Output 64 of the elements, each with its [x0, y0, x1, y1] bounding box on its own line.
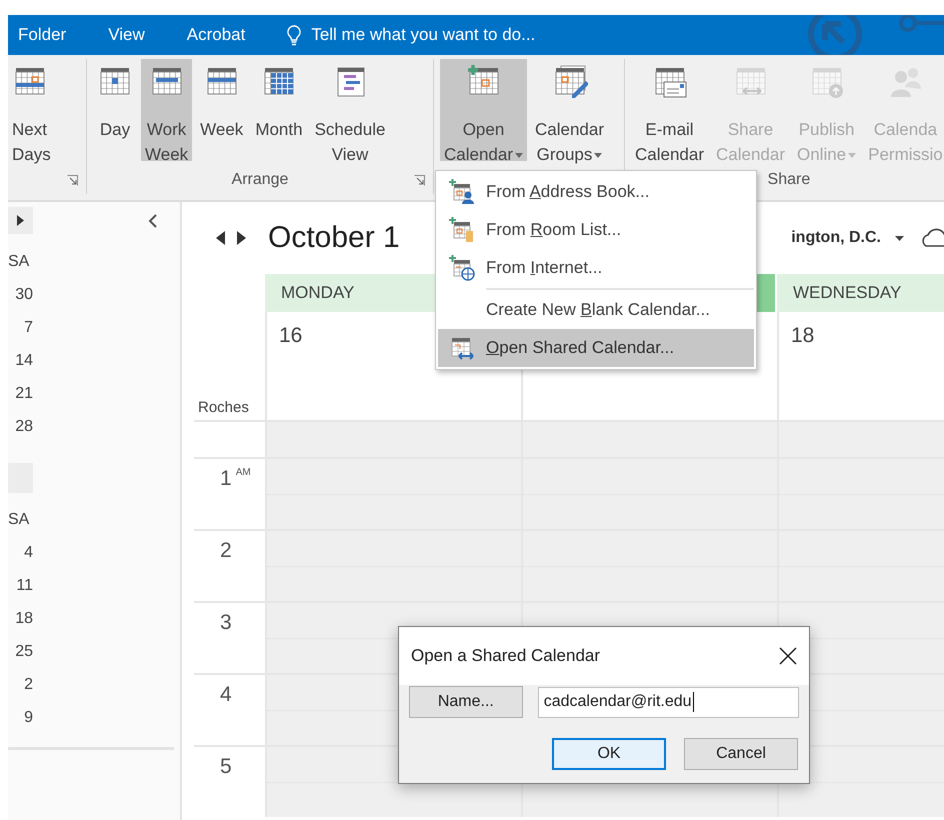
menu-item[interactable]: Open Shared Calendar...	[438, 329, 754, 367]
location-dropdown[interactable]: ington, D.C.	[791, 229, 881, 247]
hour-label: 2	[220, 539, 232, 562]
date-link[interactable]: 7	[8, 311, 33, 344]
dialog-button[interactable]: Cancel	[684, 738, 798, 770]
close-icon[interactable]	[779, 647, 797, 665]
day-header: WEDNESDAY	[777, 274, 944, 312]
next-icon[interactable]	[237, 231, 246, 245]
weekday-label: SA	[8, 510, 30, 530]
dialog-button[interactable]: OK	[552, 738, 666, 770]
ribbon-button[interactable]: Open Calendar	[440, 59, 527, 161]
weekday-label: SA	[8, 252, 30, 272]
dialog-launcher-icon[interactable]	[414, 175, 425, 186]
ribbon-button[interactable]: E-mail Calendar	[631, 59, 708, 161]
calendar-icon	[449, 335, 475, 361]
expand-button[interactable]	[8, 207, 33, 234]
date-link[interactable]: 18	[8, 602, 33, 635]
dialog-title: Open a Shared Calendar	[411, 646, 600, 666]
ribbon-button[interactable]: Day	[93, 59, 137, 161]
input-field[interactable]: cadcalendar@rit.edu	[538, 686, 799, 718]
lightbulb-icon	[285, 24, 304, 46]
menu-item[interactable]: From Room List...	[438, 211, 754, 249]
date-link[interactable]: 11	[8, 569, 33, 602]
calendar-icon	[449, 179, 475, 205]
caret-icon	[515, 153, 523, 158]
ribbon-button[interactable]: Next Days	[8, 59, 71, 161]
key-icon	[898, 15, 944, 35]
date-link[interactable]: 4	[8, 536, 33, 569]
name-button[interactable]: Name...	[409, 686, 523, 718]
calendar-icon	[449, 217, 475, 243]
ribbon-button[interactable]: Schedule View	[310, 59, 390, 161]
caret-icon	[594, 153, 602, 158]
hour-label: 3	[220, 611, 232, 634]
date-link[interactable]: 28	[8, 410, 33, 443]
menu-tab[interactable]: View	[98, 25, 155, 45]
menu-item[interactable]: From Address Book...	[438, 173, 754, 211]
date-link[interactable]: 9	[8, 701, 33, 734]
caret-icon	[848, 153, 856, 158]
group-label: Arrange	[230, 170, 290, 190]
date-link[interactable]: 25	[8, 635, 33, 668]
time-zone-label: Roches	[197, 398, 250, 418]
calendar-title: October 1	[268, 221, 400, 255]
date-number: 16	[279, 324, 302, 347]
menu-tab[interactable]: Folder	[8, 25, 76, 45]
ribbon-button[interactable]: Work Week	[141, 59, 192, 161]
date-link[interactable]: 14	[8, 344, 33, 377]
date-link[interactable]: 30	[8, 278, 33, 311]
date-link[interactable]: 21	[8, 377, 33, 410]
menu-tab[interactable]: Acrobat	[176, 25, 256, 45]
hour-label: 1 $^{AM}$	[220, 467, 251, 490]
ribbon-button[interactable]: Calendar Groups	[531, 59, 608, 161]
calendar-icon	[449, 255, 475, 281]
group-label: Share	[766, 170, 812, 190]
date-link[interactable]: 2	[8, 668, 33, 701]
caret-icon	[895, 236, 904, 240]
previous-icon[interactable]	[216, 231, 225, 245]
tell-me-search[interactable]: Tell me what you want to do...	[285, 24, 536, 46]
dialog-launcher-icon[interactable]	[67, 175, 78, 186]
ribbon-button[interactable]: Week	[196, 59, 248, 161]
hour-label: 5	[220, 755, 232, 778]
date-number: 18	[791, 324, 814, 347]
hour-label: 4	[220, 683, 232, 706]
ribbon-button[interactable]: Month	[251, 59, 307, 161]
expand-icon	[17, 215, 24, 226]
